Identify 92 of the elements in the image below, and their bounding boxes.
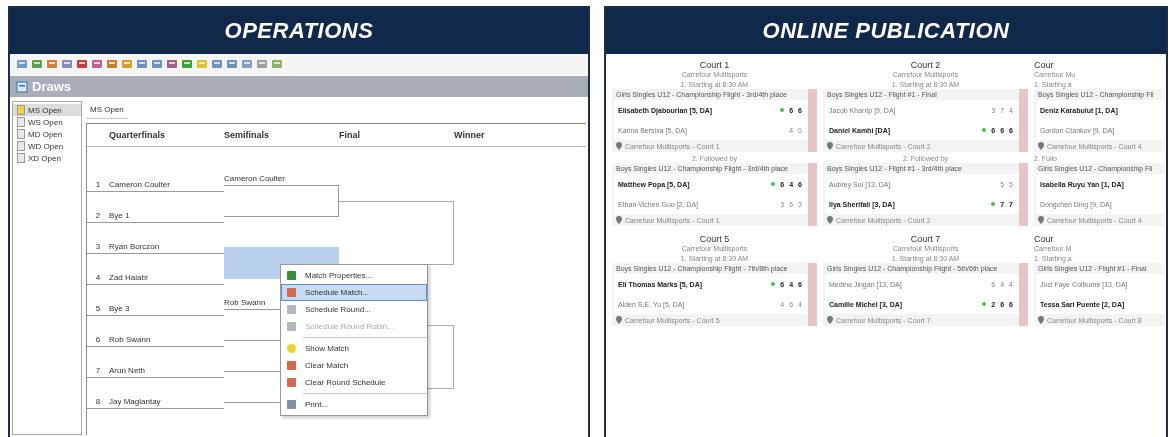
winner-dot [771, 282, 776, 286]
menu-item-icon [286, 377, 297, 388]
match-side-strip [1019, 89, 1028, 152]
toolbar-icon[interactable] [256, 58, 268, 70]
menu-item[interactable]: Clear Match [281, 357, 427, 374]
location-pin-icon [1038, 316, 1044, 324]
toolbar-icon[interactable] [226, 58, 238, 70]
panel-heading: ONLINE PUBLICATION [762, 18, 1010, 44]
court-title: Court 2 [910, 60, 941, 70]
menu-item-icon [286, 304, 297, 315]
court-title: Court 1 [699, 60, 730, 70]
toolbar-icon[interactable] [136, 58, 148, 70]
toolbar-icon[interactable] [91, 58, 103, 70]
menu-item[interactable]: Print... [281, 396, 427, 413]
seed-number: 4 [94, 273, 102, 282]
player-name: Zad Halabi [109, 273, 148, 282]
location-pin-icon [827, 142, 833, 150]
player-name: Rob Swann [224, 297, 267, 309]
toolbar-icon[interactable] [16, 58, 28, 70]
match-side-strip [1019, 163, 1028, 226]
seed-number: 6 [94, 335, 102, 344]
draw-list-item[interactable]: WS Open [13, 116, 81, 128]
toolbar-icon[interactable] [241, 58, 253, 70]
match-side-strip [808, 163, 817, 226]
location-pin-icon [1038, 142, 1044, 150]
toolbar-icon[interactable] [46, 58, 58, 70]
winner-dot [982, 302, 987, 306]
panel-title: Draws [32, 79, 72, 94]
match-side-strip [808, 263, 817, 326]
menu-item[interactable]: Match Properties... [281, 267, 427, 284]
toolbar-icon[interactable] [181, 58, 193, 70]
draw-tab[interactable]: MS Open [86, 101, 128, 119]
winner-dot [780, 108, 785, 112]
match-slot[interactable] [224, 185, 339, 217]
menu-item-icon [286, 343, 297, 354]
toolbar-icon[interactable] [31, 58, 43, 70]
toolbar-icon[interactable] [211, 58, 223, 70]
player-name: Bye 3 [109, 304, 130, 313]
match-side-strip [1019, 263, 1028, 326]
window-icon [16, 80, 28, 93]
toolbar-icon[interactable] [151, 58, 163, 70]
player-name: Cameron Coulter [109, 180, 170, 189]
toolbar-icon[interactable] [271, 58, 283, 70]
menu-item[interactable]: Schedule Match... [281, 284, 427, 301]
seed-number: 3 [94, 242, 102, 251]
draw-list-item[interactable]: MS Open [13, 104, 81, 116]
court-title: Court 5 [699, 234, 730, 244]
menu-item[interactable]: Clear Round Schedule [281, 374, 427, 391]
location-pin-icon [616, 316, 622, 324]
panel-heading: OPERATIONS [224, 18, 374, 44]
winner-dot [771, 182, 776, 186]
draw-list-item[interactable]: XD Open [13, 152, 81, 164]
winner-dot [991, 202, 996, 206]
column-header: Final [339, 130, 361, 140]
player-name: Ryan Borczon [109, 242, 160, 251]
draw-list-item[interactable]: WD Open [13, 140, 81, 152]
seed-number: 2 [94, 211, 102, 220]
seed-number: 8 [94, 397, 102, 406]
column-header: Semifinals [224, 130, 271, 140]
toolbar-icon[interactable] [61, 58, 73, 70]
player-name: Jay Maglantay [109, 397, 161, 406]
menu-item-icon [286, 399, 297, 410]
player-name: Arun Neth [109, 366, 146, 375]
seed-number: 1 [94, 180, 102, 189]
court-title: Court 7 [910, 234, 941, 244]
draw-list-item[interactable]: MD Open [13, 128, 81, 140]
location-pin-icon [616, 216, 622, 224]
menu-item-icon [286, 321, 297, 332]
player-name: Bye 1 [109, 211, 130, 220]
location-pin-icon [616, 142, 622, 150]
menu-item-icon [286, 287, 297, 298]
player-name: Cameron Coulter [224, 173, 286, 185]
toolbar-icon[interactable] [76, 58, 88, 70]
toolbar-icon[interactable] [121, 58, 133, 70]
column-header: Quarterfinals [109, 130, 167, 140]
menu-item[interactable]: Show Match [281, 340, 427, 357]
menu-item-icon [286, 270, 297, 281]
column-header: Winner [454, 130, 486, 140]
location-pin-icon [827, 216, 833, 224]
court-title: Cour [1034, 234, 1054, 244]
location-pin-icon [827, 316, 833, 324]
toolbar-icon[interactable] [166, 58, 178, 70]
toolbar-icon[interactable] [106, 58, 118, 70]
location-pin-icon [1038, 216, 1044, 224]
menu-item-icon [286, 360, 297, 371]
winner-dot [982, 128, 987, 132]
player-name: Rob Swann [109, 335, 151, 344]
match-side-strip [808, 89, 817, 152]
seed-number: 5 [94, 304, 102, 313]
seed-number: 7 [94, 366, 102, 375]
court-title: Cour [1034, 60, 1054, 70]
menu-item[interactable]: Schedule Round... [281, 301, 427, 318]
